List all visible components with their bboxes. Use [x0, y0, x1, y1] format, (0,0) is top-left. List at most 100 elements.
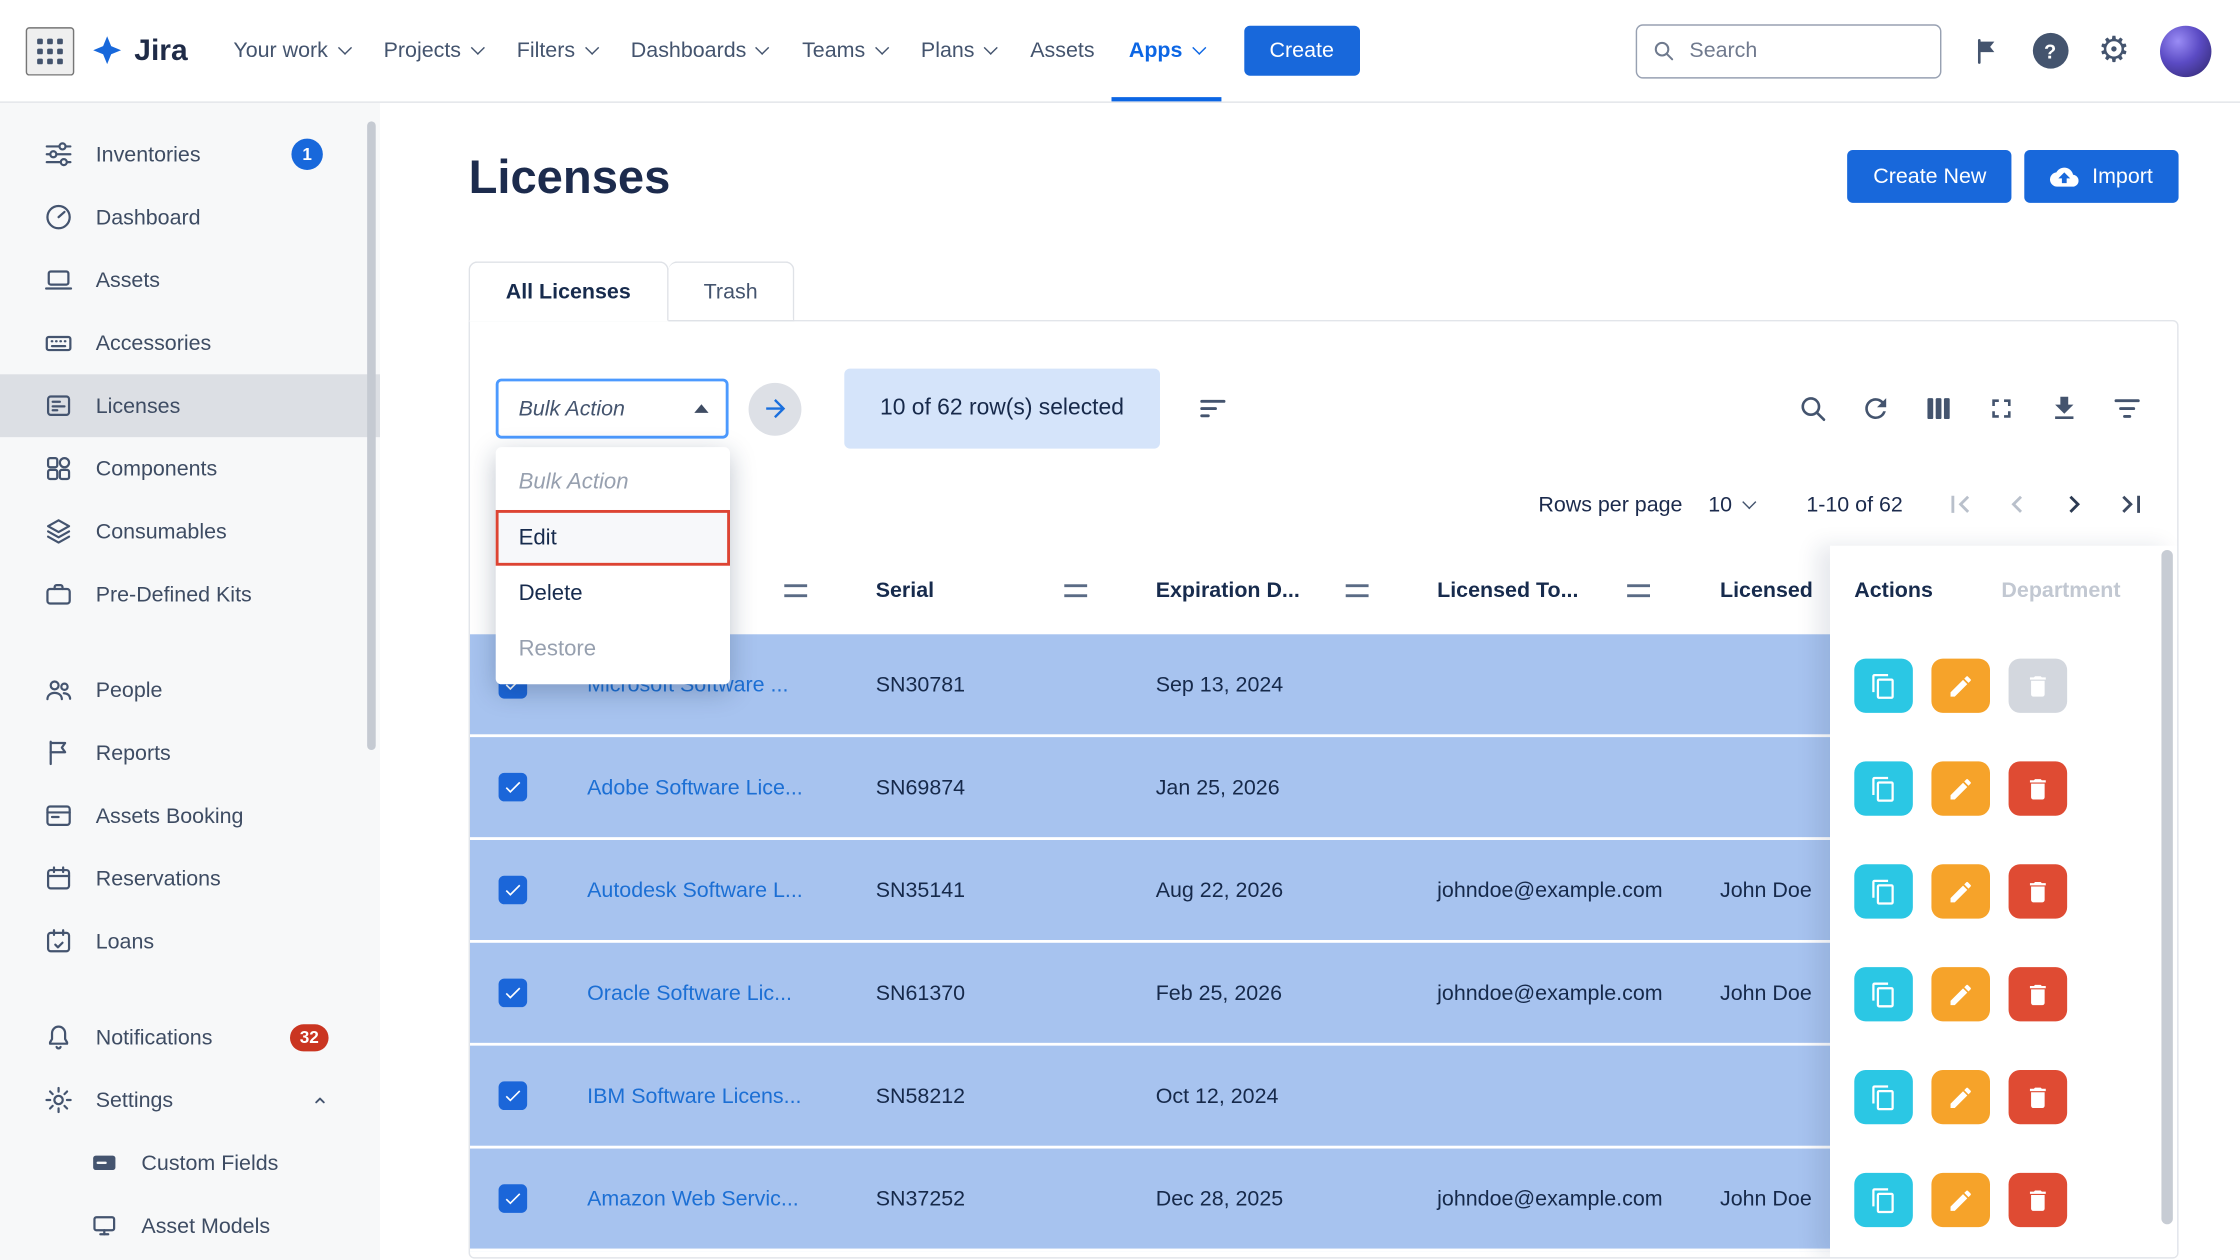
sidebar-item-assets-booking[interactable]: Assets Booking	[0, 784, 380, 847]
sidebar-item-loans[interactable]: Loans	[0, 910, 380, 973]
chevron-down-icon	[337, 41, 351, 55]
nav-teams[interactable]: Teams	[785, 0, 904, 101]
pencil-icon	[1947, 981, 1974, 1008]
tab-all-licenses[interactable]: All Licenses	[469, 261, 668, 321]
row-checkbox[interactable]	[499, 1081, 528, 1110]
header-expiration: Expiration D...	[1156, 578, 1300, 602]
column-drag-handle[interactable]	[784, 584, 807, 597]
nav-filters[interactable]: Filters	[500, 0, 614, 101]
sidebar-item-people[interactable]: People	[0, 659, 380, 722]
copy-button[interactable]	[1854, 1173, 1913, 1227]
sidebar-scrollbar[interactable]	[367, 121, 376, 750]
edit-button[interactable]	[1931, 659, 1990, 713]
settings-button[interactable]: ⚙	[2098, 33, 2130, 69]
sidebar-item-settings[interactable]: Settings	[0, 1069, 380, 1132]
jira-app-window: Jira Your work Projects Filters Dashboar…	[0, 0, 2240, 1260]
sidebar-item-inventories[interactable]: Inventories 1	[0, 123, 380, 186]
next-page-button[interactable]	[2057, 487, 2091, 521]
copy-icon	[1870, 775, 1897, 802]
sidebar-item-reservations[interactable]: Reservations	[0, 847, 380, 910]
filter-button[interactable]	[2111, 393, 2142, 424]
keyboard-icon	[43, 327, 74, 358]
create-new-button[interactable]: Create New	[1848, 150, 2013, 203]
column-drag-handle[interactable]	[1346, 584, 1369, 597]
nav-your-work[interactable]: Your work	[216, 0, 366, 101]
chevron-up-icon	[309, 1089, 332, 1112]
jira-logo[interactable]: Jira	[89, 32, 188, 69]
sidebar-item-assets[interactable]: Assets	[0, 249, 380, 312]
table-scrollbar[interactable]	[2161, 550, 2172, 1224]
trash-icon	[2024, 672, 2051, 699]
delete-button[interactable]	[2009, 967, 2068, 1021]
bulk-action-select[interactable]: Bulk Action	[496, 379, 729, 439]
row-checkbox[interactable]	[499, 876, 528, 905]
sidebar-item-notifications[interactable]: Notifications 32	[0, 1006, 380, 1069]
menu-item-edit[interactable]: Edit	[496, 510, 730, 566]
edit-button[interactable]	[1931, 864, 1990, 918]
user-avatar[interactable]	[2160, 25, 2211, 76]
sidebar-item-dashboard[interactable]: Dashboard	[0, 186, 380, 249]
edit-button[interactable]	[1931, 1070, 1990, 1124]
nav-plans[interactable]: Plans	[904, 0, 1013, 101]
copy-button[interactable]	[1854, 1070, 1913, 1124]
fullscreen-button[interactable]	[1986, 393, 2017, 424]
sidebar-item-pre-defined-kits[interactable]: Pre-Defined Kits	[0, 563, 380, 626]
monitor-icon	[89, 1210, 120, 1241]
edit-button[interactable]	[1931, 1173, 1990, 1227]
import-button[interactable]: Import	[2025, 150, 2179, 203]
tab-trash[interactable]: Trash	[668, 261, 795, 321]
columns-button[interactable]	[1923, 393, 1954, 424]
delete-button[interactable]	[2009, 761, 2068, 815]
row-checkbox[interactable]	[499, 979, 528, 1008]
row-checkbox[interactable]	[499, 1184, 528, 1213]
apply-bulk-action-button[interactable]	[749, 382, 802, 435]
help-button[interactable]: ?	[2032, 33, 2068, 69]
nav-dashboards[interactable]: Dashboards	[614, 0, 785, 101]
sidebar-item-consumables[interactable]: Consumables	[0, 500, 380, 563]
refresh-button[interactable]	[1860, 393, 1891, 424]
menu-item-delete[interactable]: Delete	[496, 566, 730, 622]
sidebar-item-licenses[interactable]: Licenses	[0, 374, 380, 437]
license-name-link[interactable]: Amazon Web Servic...	[587, 1186, 799, 1210]
pencil-icon	[1947, 775, 1974, 802]
row-checkbox[interactable]	[499, 773, 528, 802]
sidebar-item-asset-models[interactable]: Asset Models	[0, 1194, 380, 1257]
license-name-link[interactable]: IBM Software Licens...	[587, 1084, 801, 1108]
nav-assets[interactable]: Assets	[1013, 0, 1112, 101]
copy-button[interactable]	[1854, 864, 1913, 918]
laptop-icon	[43, 264, 74, 295]
header-licensed-name: Licensed	[1720, 578, 1813, 602]
sidebar-item-accessories[interactable]: Accessories	[0, 311, 380, 374]
create-button[interactable]: Create	[1244, 26, 1360, 76]
download-button[interactable]	[2049, 393, 2080, 424]
last-page-button[interactable]	[2114, 487, 2148, 521]
edit-button[interactable]	[1931, 761, 1990, 815]
column-drag-handle[interactable]	[1627, 584, 1650, 597]
sidebar-item-custom-fields[interactable]: Custom Fields	[0, 1131, 380, 1194]
delete-button[interactable]	[2009, 1173, 2068, 1227]
cell-expiration: Oct 12, 2024	[1119, 1084, 1400, 1108]
sort-lines-button[interactable]	[1197, 393, 1228, 424]
license-name-link[interactable]: Autodesk Software L...	[587, 878, 803, 902]
column-drag-handle[interactable]	[1064, 584, 1087, 597]
copy-button[interactable]	[1854, 659, 1913, 713]
table-search-button[interactable]	[1797, 393, 1828, 424]
app-switcher-button[interactable]	[26, 26, 75, 75]
delete-button[interactable]	[2009, 1070, 2068, 1124]
copy-button[interactable]	[1854, 967, 1913, 1021]
header-actions: Actions	[1854, 578, 1933, 602]
table-toolbar: Bulk Action 10 of 62 row(s) selected	[470, 321, 2177, 448]
cell-expiration: Dec 28, 2025	[1119, 1186, 1400, 1210]
announcements-button[interactable]	[1971, 35, 2002, 66]
license-name-link[interactable]: Oracle Software Lic...	[587, 981, 792, 1005]
sidebar-item-reports[interactable]: Reports	[0, 721, 380, 784]
edit-button[interactable]	[1931, 967, 1990, 1021]
license-name-link[interactable]: Adobe Software Lice...	[587, 775, 803, 799]
nav-projects[interactable]: Projects	[366, 0, 499, 101]
sidebar-item-components[interactable]: Components	[0, 437, 380, 500]
copy-button[interactable]	[1854, 761, 1913, 815]
search-input[interactable]	[1635, 24, 1941, 78]
nav-apps[interactable]: Apps	[1112, 0, 1221, 101]
delete-button[interactable]	[2009, 864, 2068, 918]
rows-per-page-select[interactable]: 10	[1708, 492, 1755, 516]
